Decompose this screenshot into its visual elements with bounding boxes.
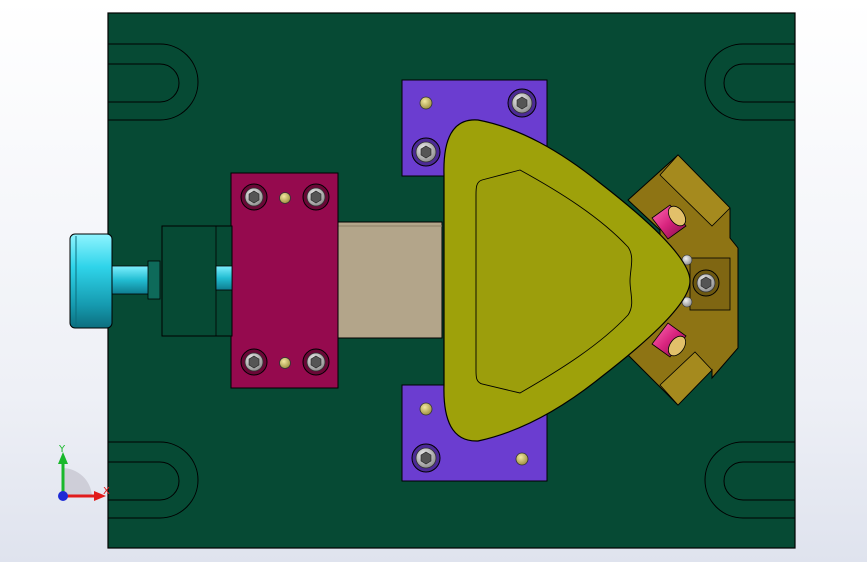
cyan-knob[interactable] [69,233,113,329]
axis-x-label: X [103,486,110,497]
hex-socket-screw-icon [240,348,268,376]
dowel-pin-icon [419,96,433,110]
axis-y-label: Y [58,444,66,455]
hex-socket-screw-icon [411,137,441,167]
axis-triad-icon: Y X [58,444,110,501]
tan-slide-bar[interactable] [337,221,443,339]
hex-socket-screw-icon [240,183,268,211]
hex-socket-screw-icon [692,269,720,297]
dowel-pin-icon [279,192,291,204]
dowel-pin-icon [515,452,529,466]
hex-socket-screw-icon [302,183,330,211]
cad-viewport[interactable]: Y X [0,0,867,562]
hex-socket-screw-icon [302,348,330,376]
dowel-pin-icon [279,357,291,369]
dowel-pin-icon [419,402,433,416]
hex-socket-screw-icon [507,88,537,118]
hex-socket-screw-icon [411,443,441,473]
